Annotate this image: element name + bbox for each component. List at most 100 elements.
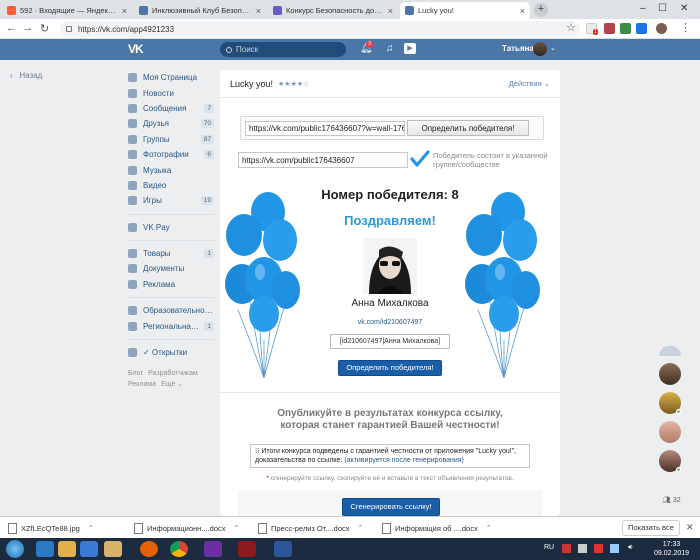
- show-all-downloads-button[interactable]: Показать все: [622, 520, 680, 536]
- sidebar-item[interactable]: Видео: [128, 178, 214, 193]
- user-name[interactable]: Татьяна: [502, 44, 534, 53]
- bookmark-star-icon[interactable]: ☆: [566, 21, 576, 34]
- download-item[interactable]: Информационн....docx ⌃: [134, 521, 239, 535]
- system-clock[interactable]: 17:33 09.02.2019: [654, 540, 689, 558]
- file-manager-icon[interactable]: [104, 541, 122, 557]
- chat-avatar[interactable]: [659, 450, 681, 472]
- tray-icon[interactable]: [594, 544, 603, 553]
- chat-avatar[interactable]: [659, 421, 681, 443]
- app-icon[interactable]: [238, 541, 256, 557]
- url-field[interactable]: https://vk.com/app4921233: [60, 21, 580, 37]
- winner-photo[interactable]: [363, 238, 417, 294]
- sidebar-item[interactable]: Товары 1: [128, 246, 214, 261]
- music-note-icon[interactable]: ♫: [386, 43, 394, 54]
- extension-icon[interactable]: [636, 23, 647, 34]
- close-icon[interactable]: ×: [388, 6, 393, 16]
- chrome-icon[interactable]: [170, 541, 188, 557]
- chevron-up-icon[interactable]: ⌃: [234, 524, 240, 532]
- browser-tab-contest[interactable]: Конкурс Безопасность дошко ×: [268, 2, 398, 19]
- tray-icon[interactable]: [562, 544, 571, 553]
- menu-kebab-icon[interactable]: ⋮: [680, 21, 691, 34]
- tab-label: Инклюзивный Клуб Безопасн: [152, 6, 252, 15]
- keyboard-language[interactable]: RU: [544, 544, 554, 551]
- footer-link[interactable]: Реклама: [128, 379, 156, 390]
- sidebar-item[interactable]: Реклама: [128, 277, 214, 292]
- browser-tab-mail[interactable]: 592 · Входящие — Яндекс.Почта ×: [2, 2, 132, 19]
- vk-logo[interactable]: VK: [128, 42, 144, 56]
- avatar[interactable]: [533, 42, 547, 56]
- download-item[interactable]: Информация об ....docx ⌃: [382, 521, 492, 535]
- sidebar-item[interactable]: Документы: [128, 261, 214, 276]
- sidebar-item[interactable]: Фотографии 6: [128, 147, 214, 162]
- close-icon[interactable]: ✕: [686, 522, 694, 533]
- close-icon[interactable]: ×: [122, 6, 127, 16]
- footer-link[interactable]: Разработчикам: [148, 368, 198, 379]
- sidebar-divider: [128, 297, 214, 299]
- winner-mention-field[interactable]: [id210607497|Анна Михалкова]: [330, 334, 450, 349]
- group-url-input[interactable]: https://vk.com/public176436607: [238, 152, 408, 168]
- close-icon[interactable]: ×: [256, 6, 261, 16]
- sidebar-item[interactable]: Музыка: [128, 162, 214, 177]
- start-button[interactable]: [6, 540, 24, 558]
- chat-collapse-icon[interactable]: [659, 346, 681, 356]
- footer-link[interactable]: Ещё ⌄: [161, 379, 183, 390]
- determine-winner-button-2[interactable]: Определить победителя!: [338, 360, 442, 376]
- forward-arrow-icon[interactable]: →: [22, 22, 33, 34]
- games-icon: [128, 196, 137, 206]
- word-icon[interactable]: [274, 541, 292, 557]
- chevron-up-icon[interactable]: ⌃: [88, 524, 94, 532]
- explorer-icon[interactable]: [58, 541, 76, 557]
- profile-icon[interactable]: [656, 23, 667, 34]
- firefox-icon[interactable]: [140, 541, 158, 557]
- sidebar-item[interactable]: Друзья 70: [128, 116, 214, 131]
- tray-icon[interactable]: [578, 544, 587, 553]
- chat-count[interactable]: 👥︎ 32: [662, 496, 681, 504]
- ie-icon[interactable]: [36, 541, 54, 557]
- sidebar-item[interactable]: Новости: [128, 85, 214, 100]
- generate-link-button[interactable]: Сгенерировать ссылку!: [342, 498, 440, 516]
- browser-tab-club[interactable]: Инклюзивный Клуб Безопасн ×: [134, 2, 266, 19]
- back-link[interactable]: ‹ Назад: [10, 71, 42, 80]
- chevron-up-icon[interactable]: ⌃: [486, 524, 492, 532]
- app-header: Lucky you! ★★★★☆ Действия ⌄: [220, 70, 560, 98]
- new-tab-button[interactable]: +: [534, 3, 548, 17]
- chat-avatar[interactable]: [659, 363, 681, 385]
- sidebar-item-label: Региональная ...: [143, 321, 203, 331]
- close-icon[interactable]: ×: [520, 6, 525, 16]
- volume-icon[interactable]: 🔊︎: [628, 544, 632, 552]
- result-text-field[interactable]: ⁝⁝ Итоги конкурса подведены с гарантией …: [250, 444, 530, 468]
- determine-winner-button[interactable]: Определить победителя!: [407, 120, 529, 136]
- sidebar-item[interactable]: Группы 87: [128, 132, 214, 147]
- download-item[interactable]: XZfLEcQTe88.jpg ⌃: [8, 521, 94, 535]
- winner-profile-link[interactable]: vk.com/id210607497: [220, 319, 560, 326]
- footer-link[interactable]: Блог: [128, 368, 143, 379]
- vk-search-input[interactable]: Поиск: [220, 42, 346, 57]
- sidebar-item[interactable]: Региональная ... 1: [128, 318, 214, 333]
- play-icon[interactable]: ▶: [404, 43, 416, 54]
- media-player-icon[interactable]: [80, 541, 98, 557]
- chat-avatar[interactable]: [659, 392, 681, 414]
- sidebar-item[interactable]: VK Pay: [128, 220, 214, 235]
- download-item[interactable]: Пресс-релиз От....docx ⌃: [258, 521, 363, 535]
- sidebar-item[interactable]: Образовательное...: [128, 303, 214, 318]
- back-arrow-icon[interactable]: ←: [6, 22, 17, 34]
- app-icon[interactable]: [204, 541, 222, 557]
- minimize-icon[interactable]: –: [640, 3, 646, 14]
- browser-tab-lucky-you[interactable]: Lucky you! ×: [400, 2, 530, 19]
- sidebar-item[interactable]: Сообщения 7: [128, 101, 214, 116]
- window-close-icon[interactable]: ✕: [680, 3, 688, 14]
- chevron-down-icon[interactable]: ⌄: [550, 44, 556, 52]
- extension-icon[interactable]: [604, 23, 615, 34]
- extension-icon[interactable]: [620, 23, 631, 34]
- chevron-up-icon[interactable]: ⌃: [358, 524, 364, 532]
- post-url-input[interactable]: https://vk.com/public176436607?w=wall-17…: [245, 121, 405, 136]
- tab-label: Конкурс Безопасность дошко: [286, 6, 384, 15]
- sidebar-item[interactable]: Игры 19: [128, 193, 214, 208]
- reload-icon[interactable]: ↻: [40, 22, 49, 35]
- sidebar-item[interactable]: Моя Страница: [128, 70, 214, 85]
- actions-menu[interactable]: Действия ⌄: [509, 79, 550, 88]
- sidebar-footer-links: Блог Разработчикам Реклама Ещё ⌄: [128, 368, 214, 390]
- maximize-icon[interactable]: ☐: [658, 3, 667, 14]
- tray-icon[interactable]: [610, 544, 619, 553]
- sidebar-item[interactable]: ✓ Открытки: [128, 345, 214, 360]
